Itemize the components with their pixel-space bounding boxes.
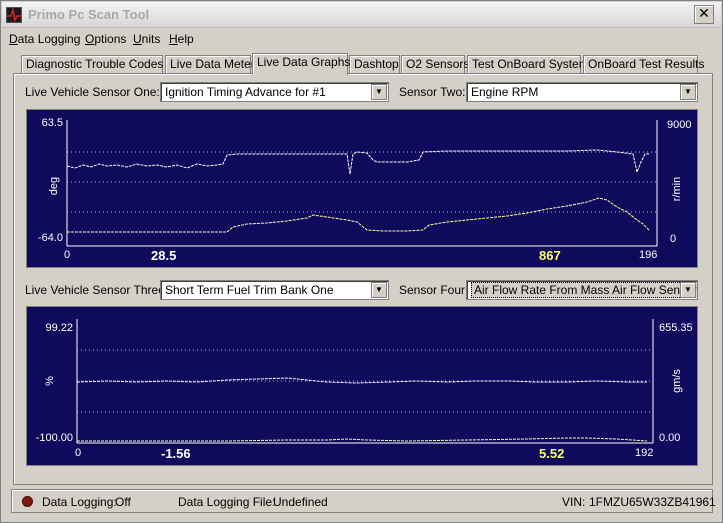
menu-bar: Data Logging Options Units Help [2, 29, 721, 49]
current-value-left: -1.56 [161, 446, 191, 461]
left-axis-unit: % [44, 376, 56, 386]
left-axis-max: 99.22 [45, 322, 73, 334]
x-axis-start: 0 [75, 447, 81, 459]
sensor-four-value: Air Flow Rate From Mass Air Flow Sensor [471, 282, 697, 298]
tab-strip: Diagnostic Trouble Codes Live Data Meter… [15, 53, 715, 75]
x-axis-start: 0 [64, 249, 70, 261]
left-axis-max: 63.5 [42, 117, 63, 129]
menu-units[interactable]: Units [133, 32, 160, 46]
led-indicator-icon [22, 496, 33, 507]
current-value-right: 5.52 [539, 446, 564, 461]
current-value-left: 28.5 [151, 248, 176, 263]
right-axis-max: 655.35 [659, 322, 693, 334]
tab-onboard-test-results[interactable]: OnBoard Test Results [583, 55, 705, 74]
tab-live-data-graphs[interactable]: Live Data Graphs [252, 53, 350, 75]
logging-value: Off [115, 495, 131, 509]
app-window: Primo Pc Scan Tool ✕ Data Logging Option… [0, 0, 723, 523]
left-axis-unit: deg [48, 177, 60, 195]
chevron-down-icon[interactable]: ▼ [371, 282, 387, 298]
sensor-three-label: Live Vehicle Sensor Three: [25, 283, 169, 297]
sensor-one-select[interactable]: Ignition Timing Advance for #1 ▼ [160, 82, 389, 102]
title-bar[interactable]: Primo Pc Scan Tool ✕ [2, 2, 721, 28]
logging-label: Data Logging: [42, 495, 117, 509]
right-axis-unit: r/min [671, 177, 683, 201]
status-bar: Data Logging: Off Data Logging File: Und… [11, 489, 716, 513]
tab-dashtop[interactable]: Dashtop [349, 55, 400, 74]
graph-one: 63.5 -64.0 deg 9000 0 r/min 0 196 28.5 8… [26, 109, 698, 268]
right-axis-min: 0.00 [659, 432, 680, 444]
sensor-four-select[interactable]: Air Flow Rate From Mass Air Flow Sensor … [466, 280, 698, 300]
sensor-two-label: Sensor Two: [399, 85, 466, 99]
tab-o2-sensors[interactable]: O2 Sensors [401, 55, 469, 74]
tab-test-onboard-system[interactable]: Test OnBoard System [467, 55, 589, 74]
close-icon[interactable]: ✕ [694, 5, 714, 24]
tab-live-data-meter[interactable]: Live Data Meter [165, 55, 255, 74]
logging-file-value: Undefined [273, 495, 328, 509]
tab-diagnostic-trouble-codes[interactable]: Diagnostic Trouble Codes [21, 55, 163, 74]
trace-sensor-four [77, 437, 648, 442]
right-axis-max: 9000 [667, 119, 691, 131]
sensor-one-label: Live Vehicle Sensor One: [25, 85, 160, 99]
right-axis-min: 0 [670, 233, 676, 245]
sensor-three-select[interactable]: Short Term Fuel Trim Bank One ▼ [160, 280, 389, 300]
sensor-one-value: Ignition Timing Advance for #1 [165, 85, 326, 99]
chevron-down-icon[interactable]: ▼ [680, 84, 696, 100]
graph-two: 99.22 -100.00 % 655.35 0.00 gm/s 0 192 -… [26, 306, 698, 466]
x-axis-end: 196 [639, 249, 657, 261]
menu-options[interactable]: Options [85, 32, 126, 46]
current-value-right: 867 [539, 248, 561, 263]
vin-value: 1FMZU65W33ZB41961 [589, 495, 716, 509]
window-title: Primo Pc Scan Tool [28, 7, 150, 22]
oscilloscope-icon [6, 7, 22, 23]
x-axis-end: 192 [635, 447, 653, 459]
trace-sensor-one [66, 149, 649, 175]
left-axis-min: -64.0 [38, 232, 63, 244]
sensor-four-label: Sensor Four: [399, 283, 469, 297]
live-data-graphs-panel: Live Vehicle Sensor One: Ignition Timing… [13, 73, 713, 485]
trace-sensor-two [67, 197, 650, 233]
logging-file-label: Data Logging File: [178, 495, 276, 509]
right-axis-unit: gm/s [671, 369, 683, 393]
chevron-down-icon[interactable]: ▼ [371, 84, 387, 100]
menu-data-logging[interactable]: Data Logging [9, 32, 80, 46]
chevron-down-icon[interactable]: ▼ [680, 282, 696, 298]
left-axis-min: -100.00 [36, 432, 73, 444]
vin-label: VIN: [562, 495, 586, 509]
menu-help[interactable]: Help [169, 32, 194, 46]
sensor-three-value: Short Term Fuel Trim Bank One [165, 283, 334, 297]
sensor-two-value: Engine RPM [471, 85, 539, 99]
sensor-two-select[interactable]: Engine RPM ▼ [466, 82, 698, 102]
